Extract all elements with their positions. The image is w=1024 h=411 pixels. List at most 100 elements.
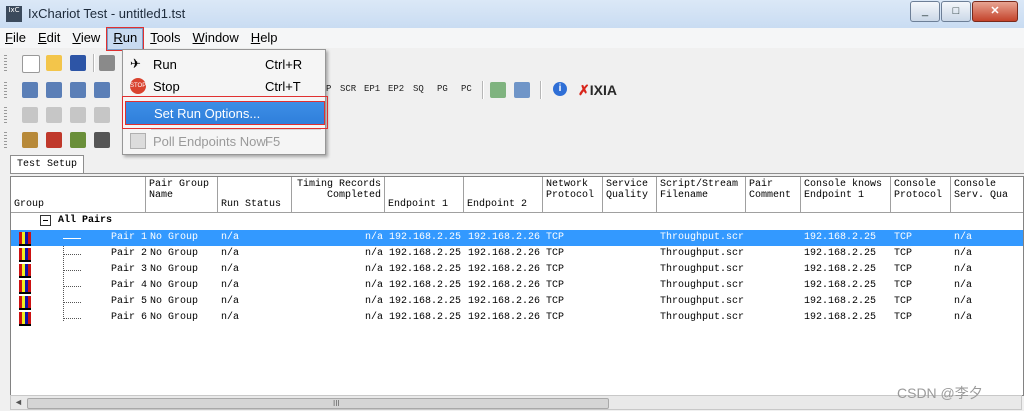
pair-icon — [19, 296, 31, 310]
ep1-button[interactable]: EP1 — [364, 84, 380, 94]
menu-item-set-run-options[interactable]: Set Run Options... — [125, 101, 325, 125]
menu-item-stop[interactable]: STOP Stop Ctrl+T — [125, 75, 323, 97]
collapse-toggle[interactable] — [40, 215, 51, 226]
maximize-button[interactable]: □ — [941, 1, 971, 22]
grid-icon[interactable] — [490, 82, 506, 98]
scr-button[interactable]: SCR — [340, 84, 356, 94]
menu-item-poll-endpoints-label: Poll Endpoints Now — [153, 134, 266, 149]
table-row[interactable]: Pair 1 No Group n/a n/a 192.168.2.25 192.168.… — [11, 230, 1023, 246]
col-timing-records[interactable]: Timing Records Completed — [292, 177, 385, 212]
swap-icon[interactable] — [70, 107, 86, 123]
scroll-left-arrow[interactable]: ◄ — [14, 397, 23, 407]
col-console-protocol[interactable]: Console Protocol — [891, 177, 951, 212]
table-row[interactable]: Pair 3 No Group n/a n/a 192.168.2.25 192.168.… — [11, 262, 1023, 278]
stop-icon[interactable] — [46, 132, 62, 148]
cell-timing: n/a — [364, 264, 383, 275]
menu-file-label: ile — [12, 30, 26, 45]
cell-ep1: 192.168.2.25 — [389, 280, 462, 291]
menu-item-run[interactable]: ✈ Run Ctrl+R — [125, 53, 323, 75]
col-script-filename[interactable]: Script/Stream Filename — [657, 177, 746, 212]
abandon-icon[interactable] — [70, 132, 86, 148]
group-all-pairs[interactable]: All Pairs — [58, 215, 112, 226]
edit-icon[interactable] — [22, 107, 38, 123]
menu-edit[interactable]: Edit — [33, 28, 65, 48]
col-service-quality[interactable]: Service Quality — [603, 177, 657, 212]
menu-item-poll-endpoints-shortcut: F5 — [265, 134, 281, 149]
cell-pair: Pair 1 — [110, 232, 147, 243]
col-console-endpoint-1[interactable]: Console knows Endpoint 1 — [801, 177, 891, 212]
sq-button[interactable]: SQ — [413, 84, 424, 94]
cell-protocol: TCP — [546, 248, 565, 259]
add-pair-icon[interactable] — [22, 82, 38, 98]
copy-pair-icon[interactable] — [70, 82, 86, 98]
menu-edit-key: E — [37, 30, 47, 45]
col-console-serv-quality[interactable]: Console Serv. Qua — [951, 177, 1023, 212]
tree-connector — [63, 318, 81, 319]
cell-run-status: n/a — [221, 280, 240, 291]
menu-tools[interactable]: Tools — [145, 28, 185, 48]
add-multicast-icon[interactable] — [46, 82, 62, 98]
col-pair-group-name[interactable]: Pair Group Name — [146, 177, 218, 212]
cell-ep1: 192.168.2.25 — [389, 232, 462, 243]
scroll-thumb-grip: III — [333, 399, 340, 408]
info-icon[interactable]: i — [553, 82, 567, 96]
scroll-thumb[interactable]: III — [27, 398, 609, 409]
menu-window[interactable]: Window — [188, 28, 244, 48]
tree-connector — [63, 254, 81, 255]
col-endpoint-2[interactable]: Endpoint 2 — [464, 177, 543, 212]
cell-run-status: n/a — [221, 312, 240, 323]
cell-group-name: No Group — [150, 232, 199, 243]
runner-icon: ✈ — [130, 56, 141, 71]
menu-help[interactable]: Help — [246, 28, 283, 48]
p-button[interactable]: P — [326, 84, 331, 94]
menu-file-key: F — [5, 30, 13, 45]
table-row[interactable]: Pair 2 No Group n/a n/a 192.168.2.25 192.168.… — [11, 246, 1023, 262]
tab-test-setup[interactable]: Test Setup — [10, 155, 85, 174]
cell-protocol: TCP — [546, 296, 565, 307]
ep2-button[interactable]: EP2 — [388, 84, 404, 94]
menu-item-poll-endpoints[interactable]: Poll Endpoints Now F5 — [125, 130, 323, 152]
table-row[interactable]: Pair 4 No Group n/a n/a 192.168.2.25 192.168.… — [11, 278, 1023, 294]
pc-button[interactable]: PC — [461, 84, 472, 94]
pair-icon — [19, 264, 31, 278]
group-icon[interactable] — [94, 107, 110, 123]
menu-item-stop-shortcut: Ctrl+T — [265, 79, 301, 94]
col-network-protocol[interactable]: Network Protocol — [543, 177, 603, 212]
save-icon[interactable] — [70, 55, 86, 71]
cell-script: Throughput.scr — [660, 232, 745, 243]
print-icon[interactable] — [99, 55, 115, 71]
cell-run-status: n/a — [221, 248, 240, 259]
col-pair-comment[interactable]: Pair Comment — [746, 177, 801, 212]
menu-window-key: W — [192, 30, 205, 45]
cell-ep2: 192.168.2.26 — [468, 280, 541, 291]
cell-pair: Pair 6 — [110, 312, 147, 323]
col-endpoint-1[interactable]: Endpoint 1 — [385, 177, 464, 212]
menu-run[interactable]: Run — [106, 27, 145, 51]
close-button[interactable]: ✕ — [972, 1, 1018, 22]
cell-ep2: 192.168.2.26 — [468, 312, 541, 323]
toolbar-grip — [4, 82, 7, 98]
col-run-status[interactable]: Run Status — [218, 177, 292, 212]
cell-pair: Pair 5 — [110, 296, 147, 307]
export-icon[interactable] — [514, 82, 530, 98]
network-icon[interactable] — [94, 82, 110, 98]
table-row[interactable]: Pair 6 No Group n/a n/a 192.168.2.25 192.168.… — [11, 310, 1023, 326]
menu-bar: File Edit View Run Tools Window Help — [0, 27, 1024, 51]
cell-timing: n/a — [364, 280, 383, 291]
new-file-icon[interactable] — [22, 55, 40, 73]
col-group[interactable]: Group — [11, 177, 146, 212]
tree-connector — [63, 286, 81, 287]
minimize-button[interactable]: _ — [910, 1, 940, 22]
cell-ep2: 192.168.2.26 — [468, 232, 541, 243]
horizontal-scrollbar[interactable]: ◄ III — [10, 395, 1022, 410]
menu-file[interactable]: File — [0, 28, 31, 48]
table-row[interactable]: Pair 5 No Group n/a n/a 192.168.2.25 192.168.… — [11, 294, 1023, 310]
tab-divider — [10, 173, 1024, 174]
runner-icon[interactable] — [22, 132, 38, 148]
cell-script: Throughput.scr — [660, 296, 745, 307]
poll-icon[interactable] — [94, 132, 110, 148]
open-folder-icon[interactable] — [46, 55, 62, 71]
rename-icon[interactable] — [46, 107, 62, 123]
pg-button[interactable]: PG — [437, 84, 448, 94]
menu-view[interactable]: View — [67, 28, 105, 48]
